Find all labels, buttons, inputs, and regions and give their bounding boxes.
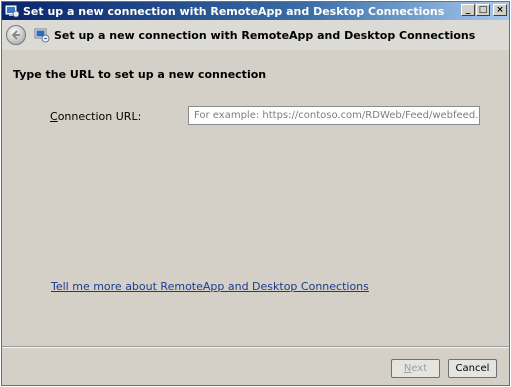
connection-url-label: Connection URL:	[50, 110, 141, 123]
wizard-header: Set up a new connection with RemoteApp a…	[2, 20, 509, 50]
wizard-content: Type the URL to set up a new connection …	[10, 50, 501, 346]
connection-url-accel: C	[50, 110, 58, 123]
cancel-label: Cancel	[455, 363, 490, 374]
connection-url-input[interactable]	[188, 106, 480, 125]
close-icon: ×	[496, 4, 504, 15]
remoteapp-icon	[5, 5, 19, 18]
back-button[interactable]	[6, 25, 26, 45]
help-link[interactable]: Tell me more about RemoteApp and Desktop…	[51, 280, 369, 293]
title-bar[interactable]: Set up a new connection with RemoteApp a…	[2, 2, 509, 20]
maximize-button[interactable]: □	[476, 4, 490, 16]
next-accel: N	[403, 363, 412, 374]
cancel-button[interactable]: Cancel	[448, 359, 497, 378]
wizard-window: Set up a new connection with RemoteApp a…	[1, 1, 510, 386]
connection-url-label-text: onnection URL:	[57, 110, 142, 123]
back-arrow-icon	[11, 30, 20, 40]
close-button[interactable]: ×	[493, 4, 507, 16]
remoteapp-header-icon	[34, 28, 50, 43]
minimize-button[interactable]: _	[461, 4, 475, 16]
instruction-text: Type the URL to set up a new connection	[13, 68, 267, 81]
next-button[interactable]: Next	[391, 359, 440, 378]
wizard-title: Set up a new connection with RemoteApp a…	[54, 28, 476, 42]
wizard-footer: Next Cancel	[2, 348, 509, 385]
minimize-icon: _	[465, 4, 471, 15]
next-label: ext	[411, 363, 428, 374]
maximize-icon: □	[478, 4, 488, 15]
caption-buttons: _ □ ×	[461, 4, 507, 16]
window-title: Set up a new connection with RemoteApp a…	[23, 4, 445, 18]
